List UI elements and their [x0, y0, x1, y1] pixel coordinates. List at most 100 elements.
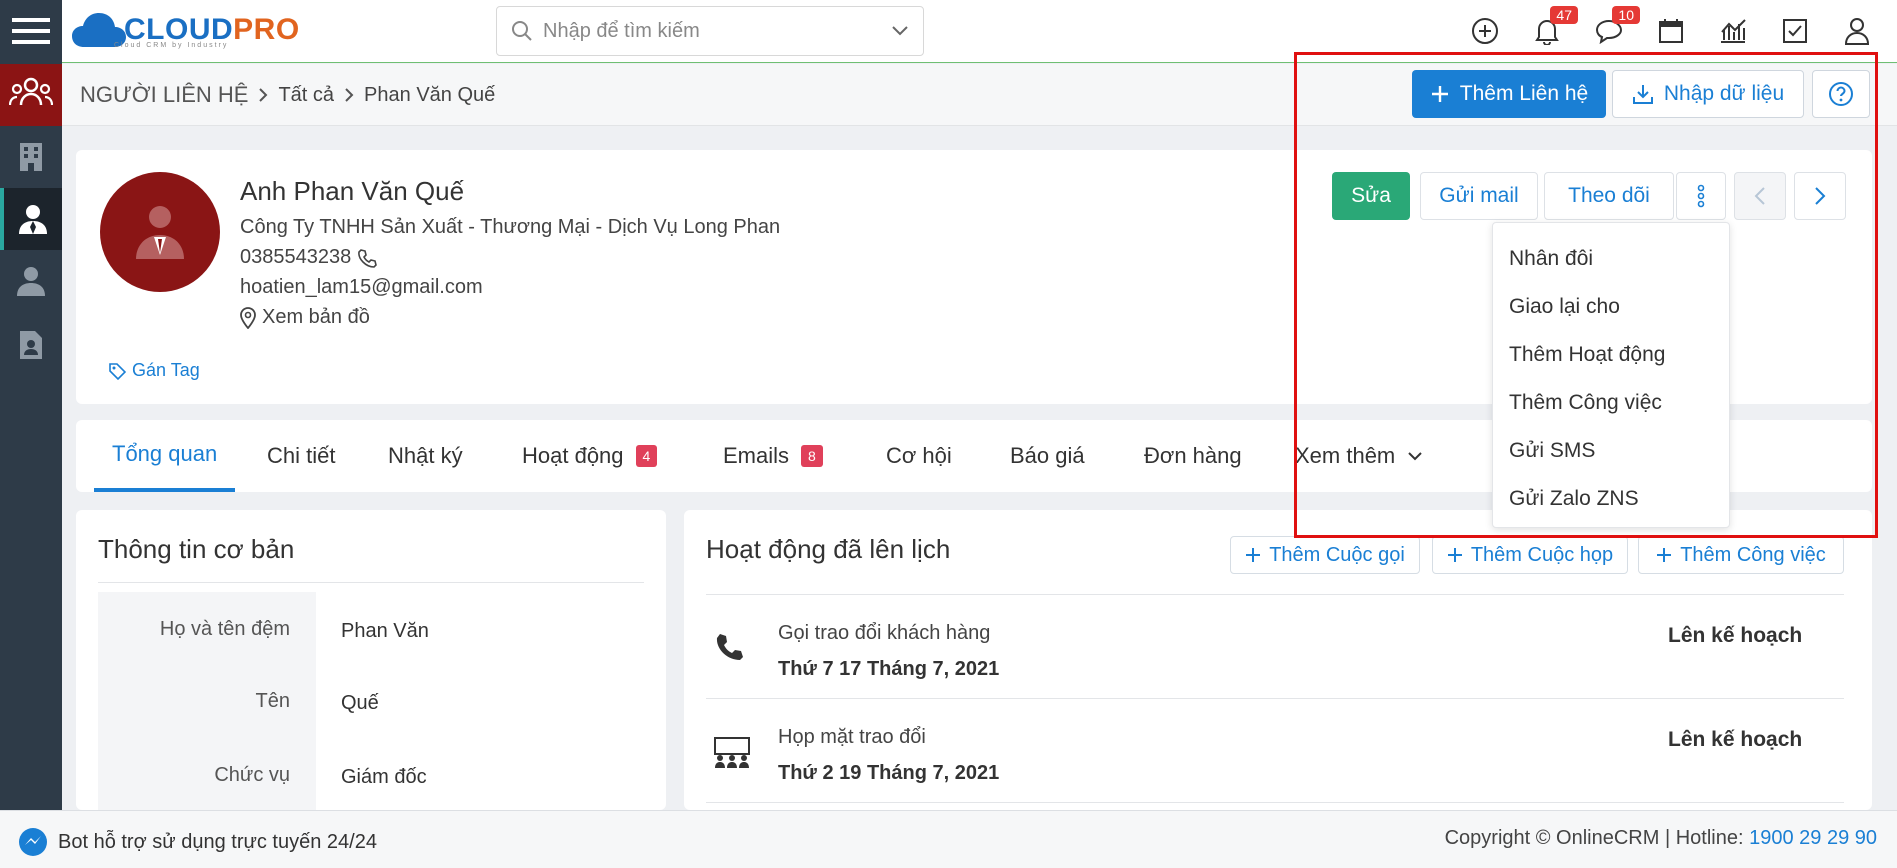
phone-icon[interactable]: [357, 248, 378, 268]
notification-badge: 47: [1550, 6, 1578, 24]
tab-detail[interactable]: Chi tiết: [267, 420, 335, 492]
menu-item-send-sms[interactable]: Gửi SMS: [1493, 427, 1729, 475]
field-label: Họ và tên đệm: [159, 618, 290, 640]
edit-button[interactable]: Sửa: [1332, 172, 1410, 220]
company-name[interactable]: Công Ty TNHH Sản Xuất - Thương Mại - Dịc…: [240, 216, 780, 239]
divider: [706, 802, 1844, 803]
add-icon[interactable]: [1468, 14, 1502, 48]
breadcrumb-root[interactable]: NGƯỜI LIÊN HỆ: [80, 82, 248, 108]
tab-activity[interactable]: Hoạt động 4: [522, 420, 658, 492]
email-line: hoatien_lam15@gmail.com: [240, 276, 483, 299]
tab-more[interactable]: Xem thêm: [1295, 420, 1423, 492]
send-mail-label: Gửi mail: [1439, 184, 1519, 207]
menu-item-reassign[interactable]: Giao lại cho: [1493, 283, 1729, 331]
tab-overview[interactable]: Tổng quan: [94, 420, 236, 492]
tab-quote-label: Báo giá: [1010, 443, 1085, 468]
chat-icon[interactable]: 10: [1592, 6, 1640, 48]
field-value[interactable]: Giám đốc: [341, 766, 427, 789]
plus-icon: [1246, 548, 1261, 562]
view-map-link[interactable]: Xem bản đồ: [262, 306, 370, 329]
tab-log-label: Nhật ký: [388, 443, 463, 468]
divider: [706, 594, 1844, 595]
message-badge: 10: [1612, 6, 1640, 24]
add-call-label: Thêm Cuộc gọi: [1269, 543, 1405, 566]
help-button[interactable]: [1812, 70, 1870, 118]
basic-info-title: Thông tin cơ bản: [98, 534, 295, 564]
user-account-icon[interactable]: [1840, 14, 1874, 48]
phone-line: 0385543238: [240, 246, 378, 269]
chevron-left-icon: [1754, 187, 1765, 205]
add-meeting-label: Thêm Cuộc họp: [1470, 543, 1614, 566]
menu-item-duplicate[interactable]: Nhân đôi: [1493, 235, 1729, 283]
add-tag-button[interactable]: Gán Tag: [108, 360, 200, 381]
menu-item-add-activity[interactable]: Thêm Hoạt động: [1493, 331, 1729, 379]
hotline-label: Hotline:: [1675, 827, 1750, 849]
breadcrumb-all[interactable]: Tất cả: [278, 84, 334, 107]
search-icon: [512, 21, 532, 41]
edit-label: Sửa: [1351, 184, 1391, 207]
previous-record-button[interactable]: [1734, 172, 1786, 220]
download-icon: [1632, 85, 1653, 104]
sidebar-item-contacts-group[interactable]: [0, 64, 62, 126]
import-data-button[interactable]: Nhập dữ liệu: [1612, 70, 1804, 118]
more-actions-menu: Nhân đôi Giao lại cho Thêm Hoạt động Thê…: [1492, 222, 1730, 528]
chevron-right-icon: [1815, 187, 1826, 205]
tab-emails[interactable]: Emails 8: [723, 420, 823, 492]
contact-person-icon: [19, 205, 47, 234]
add-tag-label: Gán Tag: [132, 360, 200, 380]
logo[interactable]: CLOUDPRO Cloud CRM by Industry: [70, 6, 300, 54]
next-record-button[interactable]: [1794, 172, 1846, 220]
tab-activity-label: Hoạt động: [522, 443, 624, 468]
activity-title: Họp mặt trao đổi: [778, 726, 926, 748]
email-address[interactable]: hoatien_lam15@gmail.com: [240, 276, 483, 299]
add-contact-button[interactable]: Thêm Liên hệ: [1412, 70, 1606, 118]
sidebar-item-documents[interactable]: [0, 314, 62, 376]
tab-detail-label: Chi tiết: [267, 443, 336, 468]
report-chart-icon[interactable]: [1716, 14, 1750, 48]
avatar: [100, 172, 220, 292]
tab-quote[interactable]: Báo giá: [1010, 420, 1085, 492]
basic-info-card: Thông tin cơ bản Họ và tên đệm Phan Văn …: [76, 510, 666, 810]
user-icon: [17, 267, 45, 296]
tab-log[interactable]: Nhật ký: [388, 420, 463, 492]
sidebar-item-organizations[interactable]: [0, 126, 62, 188]
contact-name: Anh Phan Văn Quế: [240, 176, 465, 206]
users-group-icon: [9, 77, 53, 106]
field-value[interactable]: Quế: [341, 692, 379, 715]
tab-order[interactable]: Đơn hàng: [1144, 420, 1242, 492]
search-input[interactable]: [543, 19, 863, 43]
send-mail-button[interactable]: Gửi mail: [1420, 172, 1538, 220]
field-label: Tên: [255, 690, 290, 712]
scheduled-activities-title: Hoạt động đã lên lịch: [706, 534, 951, 564]
calendar-icon[interactable]: [1654, 14, 1688, 48]
chevron-down-icon[interactable]: [891, 25, 909, 37]
map-line[interactable]: Xem bản đồ: [240, 306, 370, 329]
menu-item-add-task[interactable]: Thêm Công việc: [1493, 379, 1729, 427]
global-search[interactable]: [496, 6, 924, 56]
tab-opportunity[interactable]: Cơ hội: [886, 420, 952, 492]
field-value[interactable]: Phan Văn: [341, 620, 429, 643]
notification-bell-icon[interactable]: 47: [1530, 6, 1578, 48]
footer: Bot hỗ trợ sử dụng trực tuyến 24/24 Copy…: [0, 810, 1897, 868]
add-task-button[interactable]: Thêm Công việc: [1638, 536, 1844, 574]
hotline-number[interactable]: 1900 29 29 90: [1749, 827, 1877, 849]
tab-emails-label: Emails: [723, 443, 790, 468]
follow-button[interactable]: Theo dõi: [1544, 172, 1674, 220]
hamburger-menu-icon[interactable]: [0, 0, 62, 62]
phone-number[interactable]: 0385543238: [240, 246, 351, 269]
task-check-icon[interactable]: [1778, 14, 1812, 48]
emails-count-badge: 8: [801, 445, 823, 467]
chevron-right-icon: [345, 88, 354, 102]
phone-call-icon: [716, 634, 743, 660]
support-bot-link[interactable]: Bot hỗ trợ sử dụng trực tuyến 24/24: [18, 827, 377, 857]
add-meeting-button[interactable]: Thêm Cuộc họp: [1432, 536, 1628, 574]
field-label: Chức vụ: [214, 764, 290, 786]
menu-item-send-zalo-zns[interactable]: Gửi Zalo ZNS: [1493, 475, 1729, 523]
add-contact-label: Thêm Liên hệ: [1459, 82, 1589, 105]
divider: [98, 582, 644, 583]
logo-subtitle: Cloud CRM by Industry: [114, 42, 229, 49]
sidebar-item-leads[interactable]: [0, 250, 62, 312]
add-call-button[interactable]: Thêm Cuộc gọi: [1230, 536, 1420, 574]
more-actions-button[interactable]: [1676, 172, 1726, 220]
sidebar-item-contacts[interactable]: [0, 188, 62, 250]
